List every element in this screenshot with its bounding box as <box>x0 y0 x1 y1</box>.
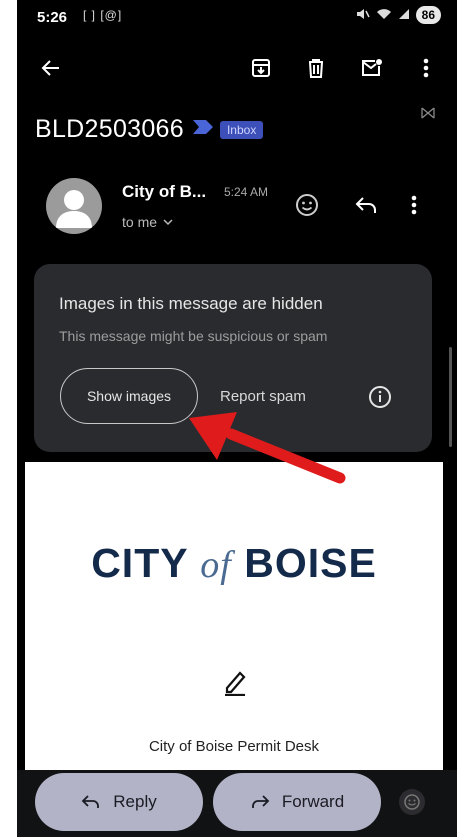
emoji-button[interactable] <box>398 788 426 821</box>
message-more-button[interactable] <box>411 194 417 221</box>
wifi-icon <box>376 8 392 23</box>
more-options-button[interactable] <box>412 54 440 82</box>
more-vert-icon <box>411 195 417 215</box>
email-subject: BLD2503066 <box>35 115 184 143</box>
logo-city-text: CITY <box>91 540 188 586</box>
react-emoji-button[interactable] <box>294 192 320 223</box>
phone-screen: 5:26 [ ] [@] 86 BLD2503066 Inbox City of… <box>17 0 457 837</box>
status-icons: 86 <box>356 6 441 24</box>
show-images-button[interactable]: Show images <box>60 368 198 424</box>
bottom-action-bar: Reply Forward <box>17 770 457 837</box>
sent-time: 5:24 AM <box>224 185 269 199</box>
logo-of-text: of <box>200 544 232 586</box>
pencil-icon <box>223 668 247 701</box>
forward-icon <box>251 795 270 808</box>
warning-subtitle: This message might be suspicious or spam <box>59 328 328 344</box>
reply-label: Reply <box>113 792 157 811</box>
status-bar: 5:26 [ ] [@] 86 <box>17 0 457 36</box>
status-time: 5:26 <box>37 9 68 26</box>
star-icon[interactable] <box>421 106 435 124</box>
forward-button[interactable]: Forward <box>213 773 381 831</box>
mail-unread-icon <box>362 59 382 76</box>
forward-label: Forward <box>281 792 345 811</box>
sender-name[interactable]: City of B... <box>122 182 206 202</box>
archive-button[interactable] <box>247 54 275 82</box>
back-button[interactable] <box>37 54 65 82</box>
more-vert-icon <box>423 58 429 78</box>
warning-title: Images in this message are hidden <box>59 294 323 313</box>
avatar[interactable] <box>46 178 102 234</box>
archive-icon <box>252 59 270 77</box>
message-toolbar <box>17 46 457 90</box>
reply-button[interactable]: Reply <box>35 773 203 831</box>
chevron-down-icon <box>163 219 173 226</box>
report-spam-button[interactable]: Report spam <box>220 388 306 405</box>
reply-icon <box>355 197 376 213</box>
arrow-left-icon <box>41 60 59 76</box>
delete-button[interactable] <box>302 54 330 82</box>
notification-icons: [ ] [@] <box>83 8 123 22</box>
recipient-label: to me <box>122 214 158 230</box>
permit-desk-heading: City of Boise Permit Desk <box>148 738 320 755</box>
trash-icon <box>309 59 323 78</box>
logo-boise-text: BOISE <box>244 540 377 586</box>
reply-icon-button[interactable] <box>354 194 378 221</box>
battery-badge: 86 <box>415 6 441 24</box>
info-button[interactable] <box>368 385 392 414</box>
reply-icon <box>81 795 100 808</box>
smiley-icon <box>399 789 425 815</box>
recipient-toggle[interactable]: to me <box>122 214 173 230</box>
mark-unread-button[interactable] <box>358 54 386 82</box>
mute-icon <box>356 8 370 23</box>
hidden-images-warning: Images in this message are hidden This m… <box>34 264 432 452</box>
subject-row: BLD2503066 Inbox <box>35 115 264 144</box>
signal-icon <box>398 8 410 23</box>
person-icon <box>56 190 92 228</box>
city-of-boise-logo: CITY of BOISE <box>25 540 443 587</box>
inbox-label-chip[interactable]: Inbox <box>219 120 264 139</box>
important-marker-icon[interactable] <box>192 119 214 140</box>
scrollbar[interactable] <box>449 347 452 447</box>
info-icon <box>369 386 391 408</box>
smiley-icon <box>296 194 318 216</box>
